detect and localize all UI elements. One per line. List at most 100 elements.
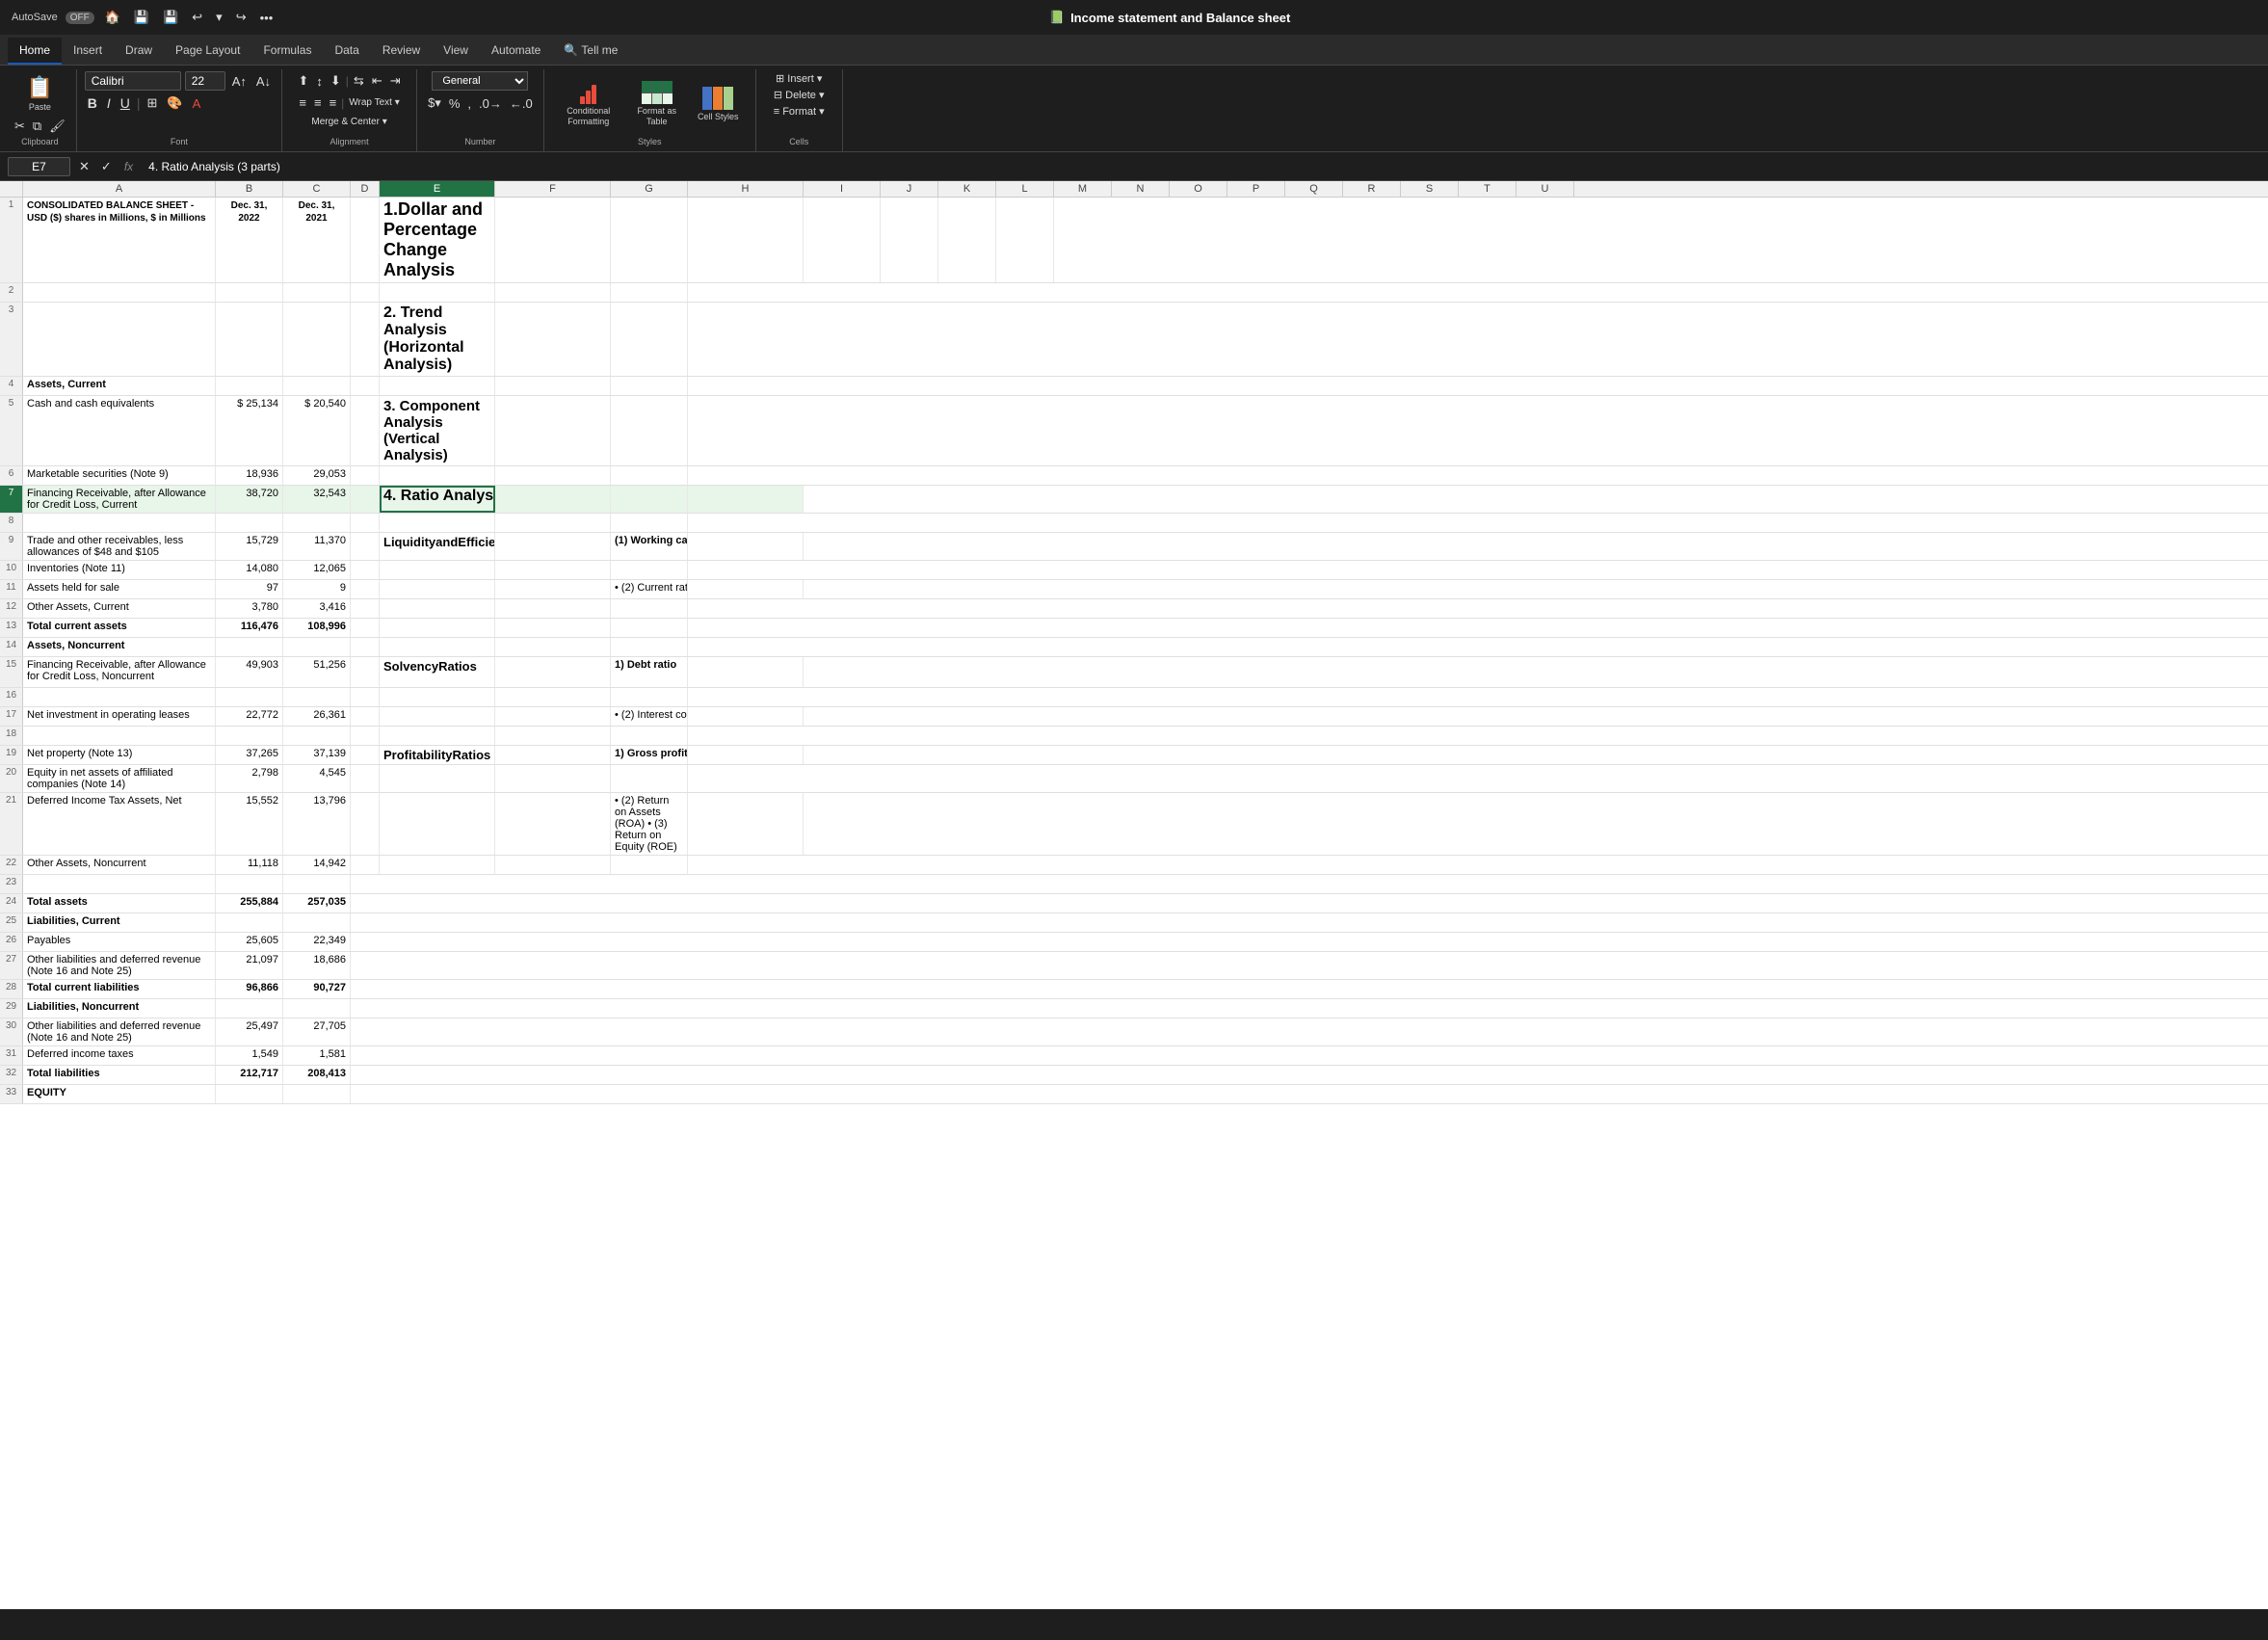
- cell-A21[interactable]: Deferred Income Tax Assets, Net: [23, 793, 216, 855]
- cell-F20[interactable]: [495, 765, 611, 792]
- cell-B16[interactable]: [216, 688, 283, 706]
- cell-B21[interactable]: 15,552: [216, 793, 283, 855]
- cell-B1[interactable]: Dec. 31, 2022: [216, 198, 283, 282]
- cell-G8[interactable]: [611, 514, 688, 532]
- bold-btn[interactable]: B: [85, 93, 100, 113]
- cell-B14[interactable]: [216, 638, 283, 656]
- tab-formulas[interactable]: Formulas: [251, 38, 323, 65]
- cell-C13[interactable]: 108,996: [283, 619, 351, 637]
- cell-C24[interactable]: 257,035: [283, 894, 351, 913]
- cell-D17[interactable]: [351, 707, 380, 726]
- cell-B5[interactable]: $ 25,134: [216, 396, 283, 465]
- cell-C5[interactable]: $ 20,540: [283, 396, 351, 465]
- font-name-input[interactable]: Calibri: [85, 71, 181, 91]
- col-header-B[interactable]: B: [216, 181, 283, 197]
- cell-B10[interactable]: 14,080: [216, 561, 283, 579]
- cell-A32[interactable]: Total liabilities: [23, 1066, 216, 1084]
- cell-E11[interactable]: [380, 580, 495, 598]
- cell-B17[interactable]: 22,772: [216, 707, 283, 726]
- col-header-O[interactable]: O: [1170, 181, 1227, 197]
- cell-C8[interactable]: [283, 514, 351, 532]
- cell-styles-btn[interactable]: Cell Styles: [692, 87, 745, 122]
- cell-E5[interactable]: 3. Component Analysis (Vertical Analysis…: [380, 396, 495, 465]
- cell-B28[interactable]: 96,866: [216, 980, 283, 998]
- more-btn[interactable]: •••: [257, 9, 277, 27]
- cell-C33[interactable]: [283, 1085, 351, 1103]
- cell-F8[interactable]: [495, 514, 611, 532]
- cell-G20[interactable]: [611, 765, 688, 792]
- cell-C29[interactable]: [283, 999, 351, 1018]
- cell-D2[interactable]: [351, 283, 380, 302]
- indent-decrease-btn[interactable]: ⇤: [369, 71, 385, 91]
- cell-B6[interactable]: 18,936: [216, 466, 283, 485]
- cell-A1[interactable]: CONSOLIDATED BALANCE SHEET - USD ($) sha…: [23, 198, 216, 282]
- conditional-formatting-btn[interactable]: Conditional Formatting: [555, 81, 622, 127]
- cell-F17[interactable]: [495, 707, 611, 726]
- cell-F19[interactable]: [495, 746, 611, 764]
- cell-B18[interactable]: [216, 727, 283, 745]
- cell-L1[interactable]: [996, 198, 1054, 282]
- cell-E20[interactable]: [380, 765, 495, 792]
- cell-C11[interactable]: 9: [283, 580, 351, 598]
- col-header-L[interactable]: L: [996, 181, 1054, 197]
- cell-B31[interactable]: 1,549: [216, 1046, 283, 1065]
- cell-G17[interactable]: • (2) Interest coverage ratio: [611, 707, 688, 726]
- cell-B13[interactable]: 116,476: [216, 619, 283, 637]
- cell-G12[interactable]: [611, 599, 688, 618]
- cell-E16[interactable]: [380, 688, 495, 706]
- col-header-N[interactable]: N: [1112, 181, 1170, 197]
- formula-input[interactable]: [143, 158, 2260, 175]
- cell-B25[interactable]: [216, 913, 283, 932]
- col-header-F[interactable]: F: [495, 181, 611, 197]
- cell-G5[interactable]: [611, 396, 688, 465]
- cell-E22[interactable]: [380, 856, 495, 874]
- col-header-S[interactable]: S: [1401, 181, 1459, 197]
- cell-G13[interactable]: [611, 619, 688, 637]
- cell-H17[interactable]: [688, 707, 804, 726]
- cell-H15[interactable]: [688, 657, 804, 687]
- cell-G11[interactable]: • (2) Current ratio • (3) Quick ratio: [611, 580, 688, 598]
- cell-G2[interactable]: [611, 283, 688, 302]
- cell-F22[interactable]: [495, 856, 611, 874]
- cell-D18[interactable]: [351, 727, 380, 745]
- cell-C15[interactable]: 51,256: [283, 657, 351, 687]
- cell-K1[interactable]: [938, 198, 996, 282]
- cell-F1[interactable]: [495, 198, 611, 282]
- tab-page-layout[interactable]: Page Layout: [164, 38, 251, 65]
- cell-F10[interactable]: [495, 561, 611, 579]
- cell-D12[interactable]: [351, 599, 380, 618]
- grid-body[interactable]: 1 CONSOLIDATED BALANCE SHEET - USD ($) s…: [0, 198, 2268, 1609]
- col-header-Q[interactable]: Q: [1285, 181, 1343, 197]
- cell-B2[interactable]: [216, 283, 283, 302]
- cell-F16[interactable]: [495, 688, 611, 706]
- cell-D21[interactable]: [351, 793, 380, 855]
- cell-D1[interactable]: [351, 198, 380, 282]
- cell-E14[interactable]: [380, 638, 495, 656]
- number-format-select[interactable]: General Number Currency Percentage: [432, 71, 528, 91]
- cell-E13[interactable]: [380, 619, 495, 637]
- cell-A31[interactable]: Deferred income taxes: [23, 1046, 216, 1065]
- comma-btn[interactable]: ,: [464, 94, 474, 113]
- cell-E15[interactable]: SolvencyRatios: [380, 657, 495, 687]
- cell-F13[interactable]: [495, 619, 611, 637]
- cell-B22[interactable]: 11,118: [216, 856, 283, 874]
- align-bottom-btn[interactable]: ⬇: [328, 71, 344, 91]
- col-header-G[interactable]: G: [611, 181, 688, 197]
- undo-dropdown[interactable]: ▾: [213, 8, 225, 27]
- italic-btn[interactable]: I: [104, 93, 114, 113]
- cell-C30[interactable]: 27,705: [283, 1018, 351, 1045]
- cell-H1[interactable]: [688, 198, 804, 282]
- cell-B8[interactable]: [216, 514, 283, 532]
- cell-C14[interactable]: [283, 638, 351, 656]
- col-header-A[interactable]: A: [23, 181, 216, 197]
- cell-C7[interactable]: 32,543: [283, 486, 351, 513]
- cell-A28[interactable]: Total current liabilities: [23, 980, 216, 998]
- cell-J1[interactable]: [881, 198, 938, 282]
- indent-increase-btn[interactable]: ⇥: [387, 71, 404, 91]
- cell-H11[interactable]: [688, 580, 804, 598]
- cell-A24[interactable]: Total assets: [23, 894, 216, 913]
- cell-B19[interactable]: 37,265: [216, 746, 283, 764]
- cell-E6[interactable]: [380, 466, 495, 485]
- cell-F14[interactable]: [495, 638, 611, 656]
- cell-A18[interactable]: [23, 727, 216, 745]
